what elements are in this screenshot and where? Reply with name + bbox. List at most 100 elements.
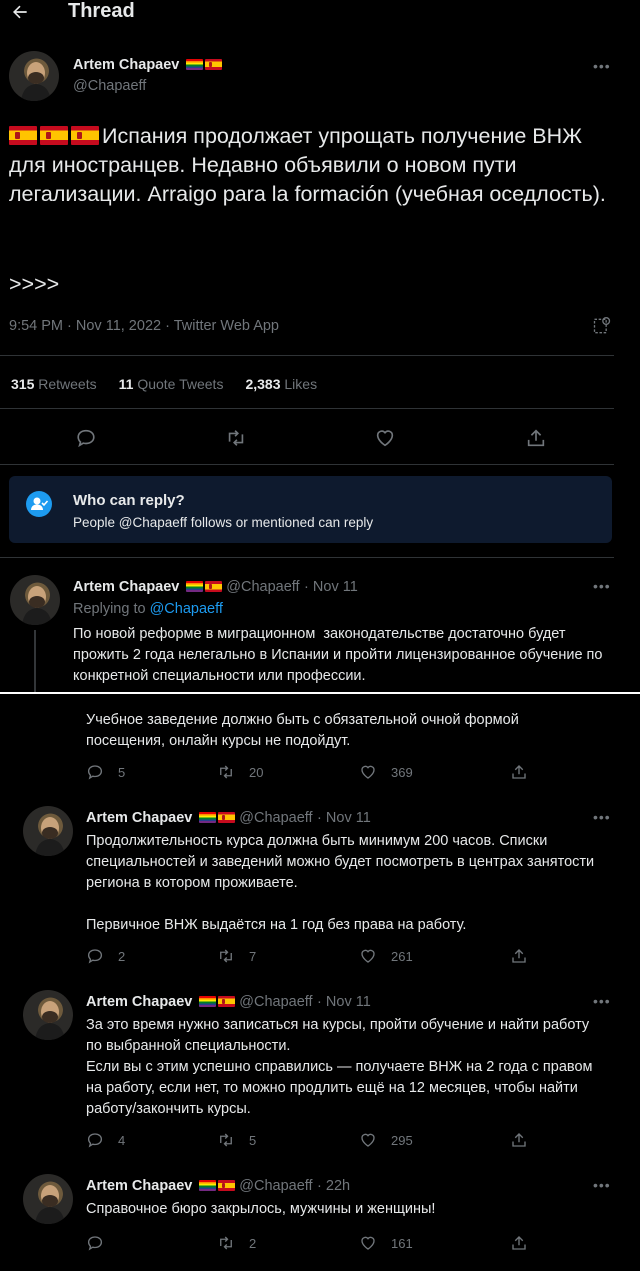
author-name[interactable]: Artem Chapaev: [73, 57, 179, 73]
like-button[interactable]: 261: [359, 947, 413, 965]
divider: [0, 692, 640, 694]
reply-button[interactable]: 4: [86, 1131, 125, 1149]
avatar[interactable]: [23, 806, 73, 856]
author-name[interactable]: Artem Chapaev: [73, 579, 179, 595]
reply-text-continued: Учебное заведение должно быть с обязател…: [86, 712, 523, 749]
divider: [0, 408, 614, 409]
author-handle[interactable]: @Chapaeff: [239, 994, 312, 1010]
retweet-button[interactable]: 5: [217, 1131, 256, 1149]
reply-actions: 2 161: [86, 1234, 546, 1254]
quotes-count: 11: [118, 376, 134, 392]
like-button[interactable]: 295: [359, 1131, 413, 1149]
rainbow-flag-icon: [198, 812, 216, 823]
share-button[interactable]: [510, 763, 528, 781]
reply-header: Artem Chapaev @Chapaeff · Nov 11: [86, 809, 371, 827]
likes-count: 2,383: [245, 376, 281, 392]
retweet-button[interactable]: 2: [217, 1234, 256, 1252]
share-icon[interactable]: [525, 427, 547, 449]
spain-flag-icon: [9, 126, 37, 145]
who-can-reply-box: Who can reply? People @Chapaeff follows …: [9, 476, 612, 543]
reply-time[interactable]: · Nov 11: [317, 810, 371, 826]
reply-header: Artem Chapaev @Chapaeff · 22h: [86, 1177, 350, 1195]
spain-flag-icon: [217, 1180, 235, 1191]
retweets-stat[interactable]: 315 Retweets: [11, 376, 97, 392]
like-icon[interactable]: [374, 427, 396, 449]
like-count: 161: [391, 1235, 413, 1251]
spain-flag-icon: [40, 126, 68, 145]
tweet-continuation: >>>>: [9, 272, 60, 296]
reply-button[interactable]: 5: [86, 763, 125, 781]
author-name[interactable]: Artem Chapaev: [86, 810, 192, 826]
retweets-count: 315: [11, 376, 35, 392]
reply-time[interactable]: · Nov 11: [317, 994, 371, 1010]
like-count: 261: [391, 948, 413, 964]
author-line: Artem Chapaev: [73, 56, 222, 74]
share-button[interactable]: [510, 1131, 528, 1149]
reply-text: Продолжительность курса должна быть мини…: [86, 833, 595, 933]
person-check-icon: [26, 491, 52, 517]
reply-button[interactable]: 2: [86, 947, 125, 965]
author-handle[interactable]: @Chapaeff: [226, 579, 299, 595]
retweet-button[interactable]: 7: [217, 947, 256, 965]
more-options-icon[interactable]: •••: [593, 58, 611, 74]
retweet-icon[interactable]: [224, 427, 248, 449]
tweet-timestamp[interactable]: 9:54 PM · Nov 11, 2022 · Twitter Web App: [9, 318, 279, 334]
more-options-icon[interactable]: •••: [593, 578, 611, 594]
spain-flag-icon: [204, 59, 222, 70]
author-handle[interactable]: @Chapaeff: [239, 810, 312, 826]
reply-count: 2: [118, 948, 126, 964]
tweet-text: Испания продолжает упрощать получение ВН…: [9, 122, 624, 209]
like-count: 369: [391, 764, 413, 780]
reply-button[interactable]: [86, 1234, 118, 1252]
retweet-count: 7: [249, 948, 257, 964]
spain-flag-icon: [71, 126, 99, 145]
like-button[interactable]: 161: [359, 1234, 413, 1252]
author-name[interactable]: Artem Chapaev: [86, 994, 192, 1010]
analytics-icon[interactable]: [592, 316, 612, 336]
quotes-stat[interactable]: 11 Quote Tweets: [119, 376, 224, 392]
rainbow-flag-icon: [185, 581, 203, 592]
who-can-reply-title: Who can reply?: [73, 492, 185, 509]
retweets-label: Retweets: [38, 376, 97, 392]
reply-icon[interactable]: [75, 427, 97, 449]
reply-time[interactable]: · 22h: [317, 1178, 350, 1194]
more-options-icon[interactable]: •••: [593, 993, 611, 1009]
author-name[interactable]: Artem Chapaev: [86, 1178, 192, 1194]
retweet-button[interactable]: 20: [217, 763, 263, 781]
more-options-icon[interactable]: •••: [593, 1177, 611, 1193]
share-button[interactable]: [510, 1234, 528, 1252]
rainbow-flag-icon: [198, 996, 216, 1007]
page-title: Thread: [68, 0, 135, 22]
arrow-left-icon[interactable]: [10, 2, 30, 22]
reply-count: 4: [118, 1132, 126, 1148]
likes-label: Likes: [284, 376, 318, 392]
reply-text: Справочное бюро закрылось, мужчины и жен…: [86, 1201, 436, 1217]
replying-to-link[interactable]: @Chapaeff: [150, 601, 223, 617]
author-handle[interactable]: @Chapaeff: [239, 1178, 312, 1194]
reply-text: За это время нужно записаться на курсы, …: [86, 1017, 593, 1117]
avatar[interactable]: [9, 51, 59, 101]
quotes-label: Quote Tweets: [137, 376, 224, 392]
likes-stat[interactable]: 2,383 Likes: [245, 376, 317, 392]
reply-time[interactable]: · Nov 11: [304, 579, 358, 595]
reply-header: Artem Chapaev @Chapaeff · Nov 11: [73, 578, 358, 596]
avatar[interactable]: [10, 575, 60, 625]
reply-count: 5: [118, 764, 126, 780]
author-handle[interactable]: @Chapaeff: [73, 78, 146, 94]
reply-header: Artem Chapaev @Chapaeff · Nov 11: [86, 993, 371, 1011]
reply-actions: 5 20 369: [86, 763, 546, 783]
rainbow-flag-icon: [198, 1180, 216, 1191]
share-button[interactable]: [510, 947, 528, 965]
retweet-count: 2: [249, 1235, 257, 1251]
replying-prefix: Replying to: [73, 601, 146, 617]
avatar[interactable]: [23, 1174, 73, 1224]
thread-line: [34, 630, 36, 694]
like-button[interactable]: 369: [359, 763, 413, 781]
spain-flag-icon: [217, 996, 235, 1007]
retweet-count: 5: [249, 1132, 257, 1148]
avatar[interactable]: [23, 990, 73, 1040]
spain-flag-icon: [204, 581, 222, 592]
reply-text: По новой реформе в миграционном законода…: [73, 626, 607, 684]
more-options-icon[interactable]: •••: [593, 809, 611, 825]
divider: [0, 355, 614, 356]
